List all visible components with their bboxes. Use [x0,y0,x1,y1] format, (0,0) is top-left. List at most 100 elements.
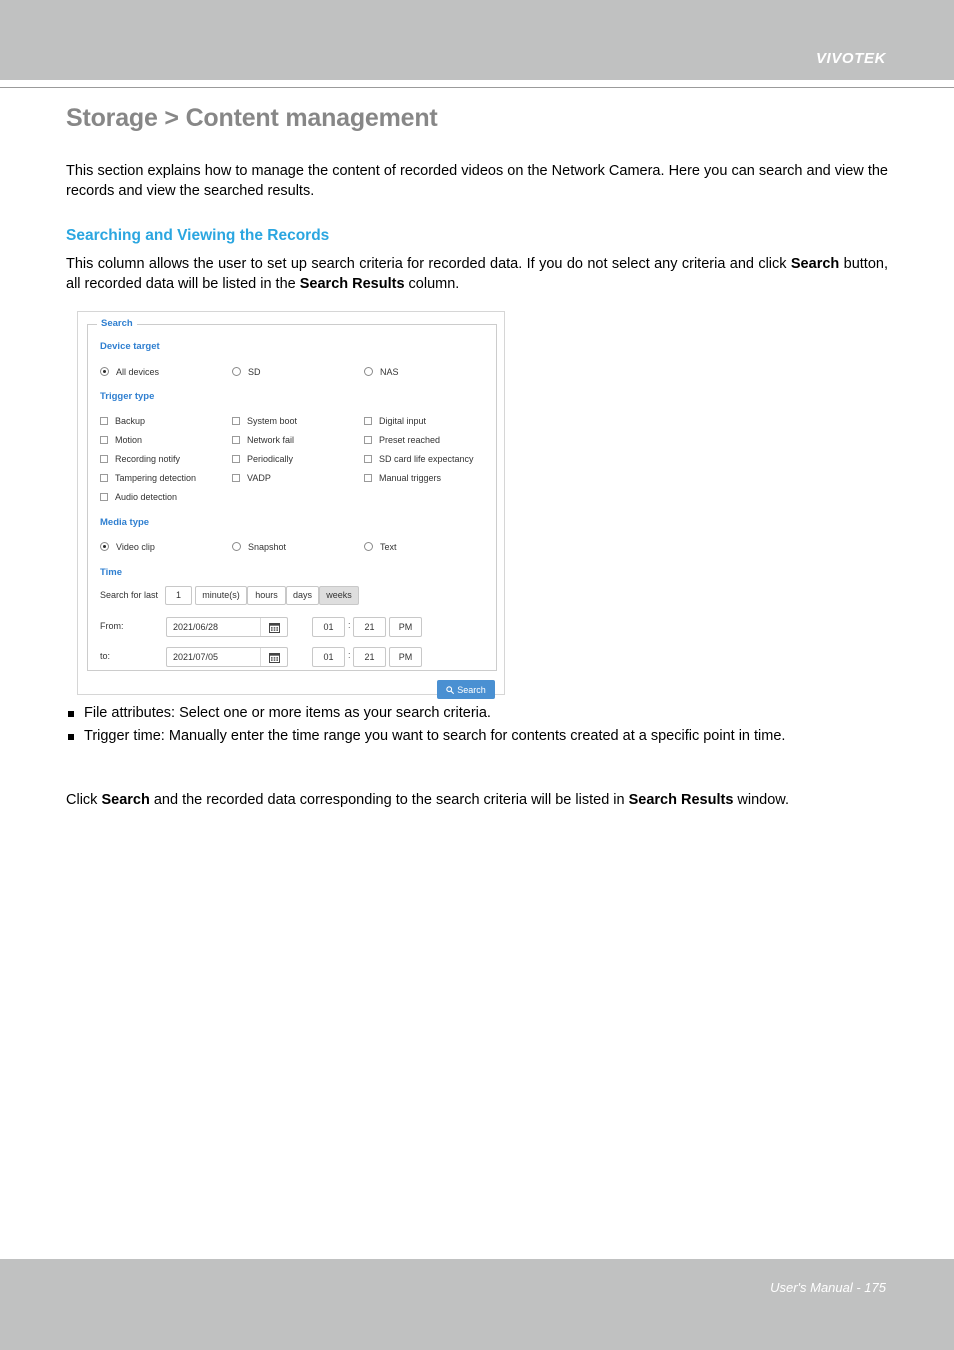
device-target-label: Device target [100,341,160,352]
radio-nas-indicator[interactable] [364,367,373,376]
calendar-icon[interactable] [260,618,287,636]
checkbox-network-fail-box[interactable] [232,436,240,444]
checkbox-recording-notify[interactable]: Recording notify [100,454,180,464]
checkbox-system-boot-box[interactable] [232,417,240,425]
page-footer-band: User's Manual - 175 [0,1258,954,1350]
section-heading: Searching and Viewing the Records [66,227,330,244]
checkbox-vadp[interactable]: VADP [232,473,271,483]
checkbox-audio-detection-box[interactable] [100,493,108,501]
search-bold-2: Search [101,792,150,808]
checkbox-tampering-detection-label: Tampering detection [115,473,197,483]
radio-nas[interactable]: NAS [364,367,399,377]
checkbox-network-fail-label: Network fail [247,435,295,445]
radio-video-clip-label: Video clip [116,542,155,552]
from-meridiem-input[interactable]: PM [389,617,422,637]
unit-hours-button[interactable]: hours [247,586,286,605]
checkbox-periodically-box[interactable] [232,455,240,463]
to-time-separator: : [348,650,351,660]
checkbox-sd-card-life-expectancy[interactable]: SD card life expectancy [364,454,474,464]
from-date-value: 2021/06/28 [173,622,219,632]
radio-text-indicator[interactable] [364,542,373,551]
radio-snapshot[interactable]: Snapshot [232,542,286,552]
from-date-input[interactable]: 2021/06/28 [166,617,288,637]
checkbox-recording-notify-label: Recording notify [115,454,181,464]
calendar-icon[interactable] [260,648,287,666]
radio-text-label: Text [380,542,397,552]
checkbox-periodically-label: Periodically [247,454,294,464]
to-minute-input[interactable]: 21 [353,647,386,667]
search-submit-button[interactable]: Search [437,680,495,699]
search-bold-1: Search [790,256,840,272]
search-icon [446,685,455,694]
vivotek-logo: VIVOTEK [815,50,886,67]
checkbox-backup-box[interactable] [100,417,108,425]
to-meridiem-input[interactable]: PM [389,647,422,667]
search-fieldset-legend: Search [97,318,137,329]
checkbox-periodically[interactable]: Periodically [232,454,293,464]
checkbox-motion-label: Motion [115,435,143,445]
to-date-input[interactable]: 2021/07/05 [166,647,288,667]
media-type-label: Media type [100,517,150,528]
radio-sd[interactable]: SD [232,367,261,377]
search-fieldset: Search Device target All devices SD NAS … [87,318,497,699]
to-label: to: [100,651,111,661]
radio-video-clip-indicator[interactable] [100,542,109,551]
closing-paragraph: Click Search and the recorded data corre… [66,790,888,811]
checkbox-manual-triggers-label: Manual triggers [379,473,442,483]
checkbox-digital-input[interactable]: Digital input [364,416,426,426]
from-hour-input[interactable]: 01 [312,617,345,637]
checkbox-recording-notify-box[interactable] [100,455,108,463]
closing-text-1: Click [66,792,102,808]
checkbox-preset-reached-box[interactable] [364,436,372,444]
checkbox-network-fail[interactable]: Network fail [232,435,294,445]
radio-all-devices-label: All devices [116,367,160,377]
footer-page-label: User's Manual - 175 [770,1280,886,1295]
radio-all-devices-indicator[interactable] [100,367,109,376]
section-intro-paragraph: This column allows the user to set up se… [66,254,888,294]
checkbox-digital-input-box[interactable] [364,417,372,425]
search-results-bold-1: Search Results [299,276,405,292]
checkbox-manual-triggers[interactable]: Manual triggers [364,473,441,483]
radio-video-clip[interactable]: Video clip [100,542,155,552]
list-item: File attributes: Select one or more item… [66,702,888,724]
checkbox-system-boot[interactable]: System boot [232,416,297,426]
checkbox-sd-card-life-expectancy-box[interactable] [364,455,372,463]
radio-all-devices[interactable]: All devices [100,367,159,377]
to-hour-input[interactable]: 01 [312,647,345,667]
to-date-value: 2021/07/05 [173,652,219,662]
checkbox-preset-reached-label: Preset reached [379,435,441,445]
checkbox-motion-box[interactable] [100,436,108,444]
checkbox-vadp-label: VADP [247,473,271,483]
from-minute-input[interactable]: 21 [353,617,386,637]
checkbox-tampering-detection[interactable]: Tampering detection [100,473,196,483]
radio-sd-label: SD [248,367,261,377]
checkbox-audio-detection[interactable]: Audio detection [100,492,177,502]
unit-weeks-button[interactable]: weeks [319,586,359,605]
checkbox-backup[interactable]: Backup [100,416,145,426]
checkbox-manual-triggers-box[interactable] [364,474,372,482]
section-intro-text-3: column. [404,276,460,292]
page-title: Storage > Content management [66,104,438,132]
checkbox-tampering-detection-box[interactable] [100,474,108,482]
radio-text[interactable]: Text [364,542,397,552]
unit-minutes-button[interactable]: minute(s) [195,586,247,605]
closing-text-3: window. [733,792,790,808]
checkbox-motion[interactable]: Motion [100,435,142,445]
section-intro-text-1: This column allows the user to set up se… [66,256,791,272]
search-submit-button-label: Search [457,684,486,695]
checkbox-preset-reached[interactable]: Preset reached [364,435,440,445]
document-content: Storage > Content management This sectio… [66,104,888,320]
trigger-type-label: Trigger type [100,391,155,402]
radio-nas-label: NAS [380,367,399,377]
search-for-last-label: Search for last [100,590,159,600]
from-label: From: [100,621,124,631]
search-for-last-amount-input[interactable]: 1 [165,586,192,605]
closing-text-2: and the recorded data corresponding to t… [149,792,629,808]
radio-sd-indicator[interactable] [232,367,241,376]
search-panel-screenshot: Search Device target All devices SD NAS … [77,311,505,699]
footer-divider [0,1258,954,1259]
checkbox-system-boot-label: System boot [247,416,298,426]
radio-snapshot-indicator[interactable] [232,542,241,551]
checkbox-vadp-box[interactable] [232,474,240,482]
unit-days-button[interactable]: days [286,586,319,605]
